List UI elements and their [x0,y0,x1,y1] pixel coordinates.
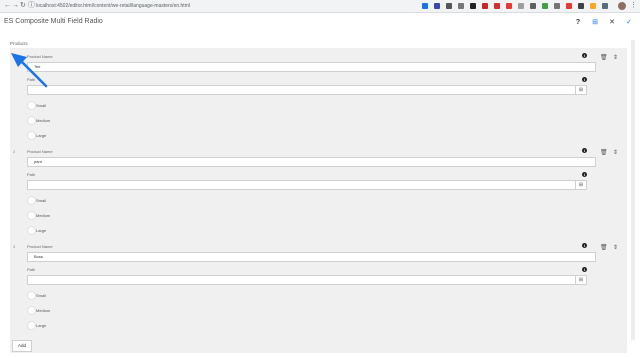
delete-icon[interactable]: 🗑 [600,54,608,62]
path-input[interactable] [27,275,576,285]
done-icon[interactable]: ✓ [624,18,634,28]
delete-icon[interactable]: 🗑 [600,244,608,252]
extension-icon[interactable] [494,3,500,9]
multifield-item: 3 Product Name i Boss Path i ⊞ Small Med… [10,238,627,330]
radio-small[interactable] [27,101,36,110]
path-browse-button[interactable]: ⊞ [575,180,587,190]
item-number: 1 [13,54,16,59]
path-label: Path [27,77,36,82]
reorder-icon[interactable]: ⇕ [613,244,618,252]
extension-icon[interactable] [566,3,572,9]
radio-medium[interactable] [27,211,36,220]
radio-medium[interactable] [27,116,36,125]
back-icon[interactable]: ← [4,1,11,11]
radio-label: Large [36,228,47,233]
info-icon[interactable]: i [582,148,587,153]
radio-large[interactable] [27,321,36,330]
avatar[interactable] [618,2,626,10]
radio-label: Medium [36,308,51,313]
extension-icon[interactable] [530,3,536,9]
scrollbar[interactable] [631,40,635,340]
extension-icon[interactable] [506,3,512,9]
fullscreen-icon[interactable]: ⊞ [590,18,600,28]
info-icon[interactable]: i [582,243,587,248]
product-name-label: Product Name [27,149,53,154]
extension-icon[interactable] [434,3,440,9]
reorder-icon[interactable]: ⇕ [613,54,618,62]
extension-icon[interactable] [590,3,596,9]
info-icon[interactable]: i [582,172,587,177]
radio-label: Large [36,323,47,328]
reorder-icon[interactable]: ⇕ [613,149,618,157]
multifield-label: Products [10,41,28,46]
radio-label: Large [36,133,47,138]
radio-label: Small [36,293,47,298]
help-icon[interactable]: ? [573,18,583,28]
path-browse-button[interactable]: ⊞ [575,275,587,285]
radio-label: Medium [36,118,51,123]
address-bar[interactable]: localhost:4502/editor.html/content/we-re… [36,2,190,10]
info-icon[interactable]: i [582,267,587,272]
radio-label: Small [36,198,47,203]
extension-icon[interactable] [554,3,560,9]
path-label: Path [27,267,36,272]
browser-menu-icon[interactable]: ⋮ [630,1,637,11]
product-name-label: Product Name [27,54,53,59]
close-icon[interactable]: ✕ [607,18,617,28]
site-info-icon[interactable]: ⓘ [28,1,35,11]
extension-icon[interactable] [470,3,476,9]
path-input[interactable] [27,180,576,190]
reload-icon[interactable]: ↻ [20,1,26,11]
info-icon[interactable]: i [582,77,587,82]
radio-label: Medium [36,213,51,218]
multifield-container: 1 Product Name i Tee Path i ⊞ Small Medi… [10,48,627,353]
radio-label: Small [36,103,47,108]
radio-small[interactable] [27,196,36,205]
extension-icon[interactable] [578,3,584,9]
extension-icon[interactable] [482,3,488,9]
extension-icon[interactable] [446,3,452,9]
dialog-title: ES Composite Multi Field Radio [4,18,103,25]
radio-small[interactable] [27,291,36,300]
extension-icon[interactable] [542,3,548,9]
add-button[interactable]: Add [12,340,32,352]
multifield-item: 1 Product Name i Tee Path i ⊞ Small Medi… [10,48,627,140]
forward-icon[interactable]: → [12,1,19,11]
extension-icon[interactable] [518,3,524,9]
product-name-label: Product Name [27,244,53,249]
product-name-input[interactable]: pant [27,157,596,167]
delete-icon[interactable]: 🗑 [600,149,608,157]
extension-icon[interactable] [458,3,464,9]
info-icon[interactable]: i [582,53,587,58]
product-name-input[interactable]: Boss [27,252,596,262]
multifield-item: 2 Product Name i pant Path i ⊞ Small Med… [10,143,627,235]
path-label: Path [27,172,36,177]
path-input[interactable] [27,85,576,95]
star-icon[interactable] [422,3,428,9]
radio-large[interactable] [27,131,36,140]
product-name-input[interactable]: Tee [27,62,596,72]
path-browse-button[interactable]: ⊞ [575,85,587,95]
item-number: 3 [13,244,16,249]
radio-medium[interactable] [27,306,36,315]
item-number: 2 [13,149,16,154]
extension-icon[interactable] [602,3,608,9]
radio-large[interactable] [27,226,36,235]
